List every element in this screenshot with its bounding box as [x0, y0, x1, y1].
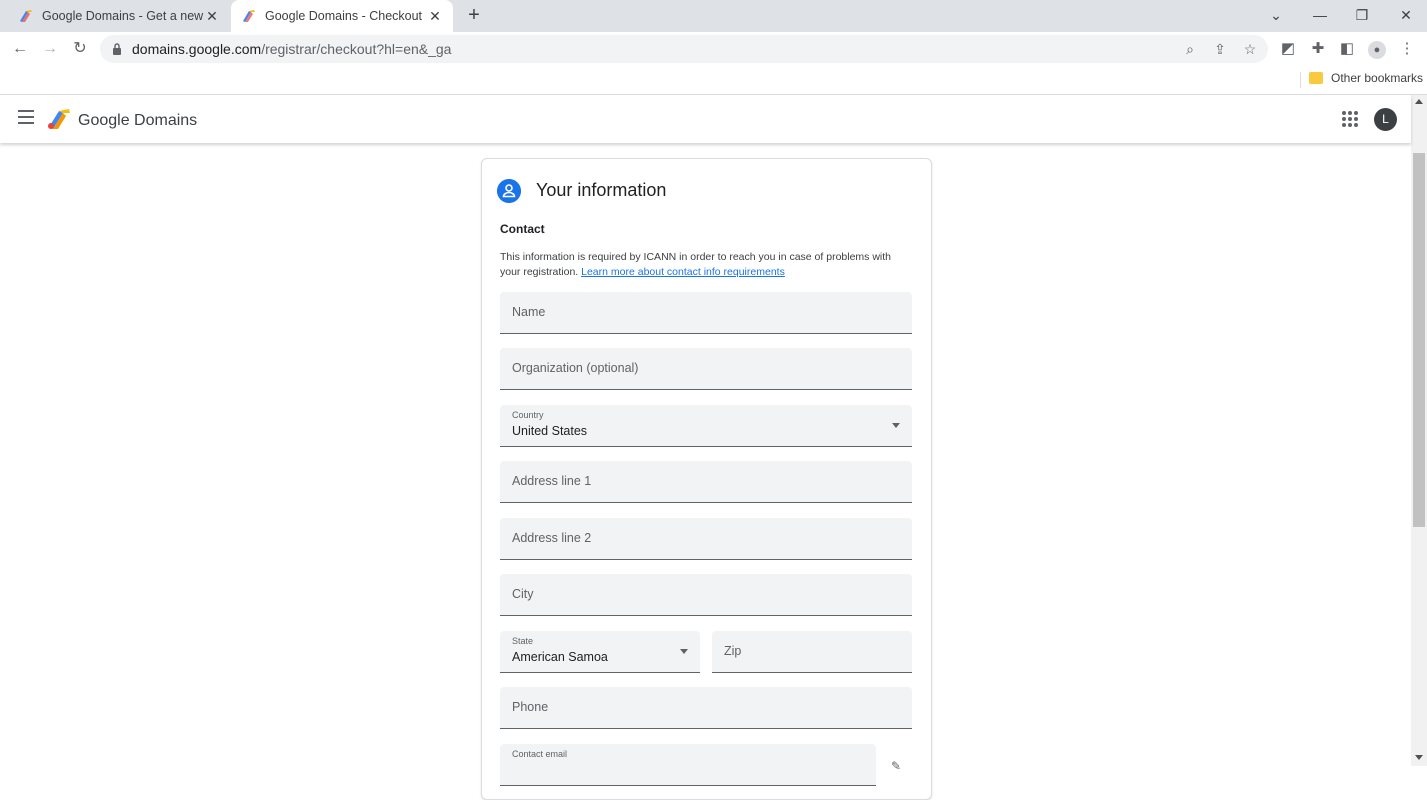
contact-info-text: This information is required by ICANN in…	[500, 250, 912, 280]
forward-icon[interactable]: →	[38, 37, 62, 61]
browser-toolbar: ← → ↻ domains.google.com/registrar/check…	[0, 32, 1427, 66]
dropdown-arrow-icon	[892, 423, 900, 428]
google-domains-favicon-icon	[243, 10, 255, 22]
phone-field[interactable]: Phone	[500, 687, 912, 729]
address-line-2-placeholder: Address line 2	[512, 531, 592, 545]
country-label: Country	[512, 410, 544, 420]
tab-search-icon[interactable]: ⌄	[1256, 0, 1296, 30]
new-tab-button[interactable]: +	[462, 4, 486, 28]
person-icon	[497, 179, 521, 203]
page-scrollbar[interactable]	[1411, 95, 1427, 766]
url-text: domains.google.com/registrar/checkout?hl…	[132, 41, 451, 57]
google-domains-favicon-icon	[20, 10, 32, 22]
app-title[interactable]: Google Domains	[78, 112, 197, 130]
extensions-puzzle-icon[interactable]: ✚	[1307, 38, 1329, 60]
google-domains-logo-icon[interactable]	[46, 107, 72, 131]
reload-icon[interactable]: ↻	[68, 37, 92, 61]
profile-icon[interactable]: ●	[1366, 38, 1388, 60]
address-line-1-field[interactable]: Address line 1	[500, 461, 912, 503]
bookmark-star-icon[interactable]: ☆	[1240, 39, 1260, 59]
side-panel-icon[interactable]: ◧	[1336, 38, 1358, 60]
zip-field[interactable]: Zip	[712, 631, 912, 673]
contact-info-learn-more-link[interactable]: Learn more about contact info requiremen…	[581, 266, 785, 278]
tab-strip: Google Domains - Get a new domain ✕ Goog…	[0, 0, 1427, 32]
scroll-thumb[interactable]	[1413, 153, 1425, 527]
section-title: Contact	[500, 222, 545, 236]
address-line-1-placeholder: Address line 1	[512, 474, 592, 488]
close-icon[interactable]: ✕	[202, 6, 222, 26]
organization-placeholder: Organization (optional)	[512, 361, 639, 375]
name-placeholder: Name	[512, 305, 546, 319]
contact-email-label: Contact email	[512, 749, 568, 759]
google-apps-icon[interactable]	[1342, 111, 1358, 127]
folder-icon	[1309, 72, 1323, 84]
hamburger-menu-icon[interactable]	[18, 110, 34, 124]
organization-field[interactable]: Organization (optional)	[500, 348, 912, 390]
url-host: domains.google.com	[132, 41, 262, 57]
country-select[interactable]: Country United States	[500, 405, 912, 447]
zoom-icon[interactable]: ⌕	[1180, 39, 1200, 59]
tab-checkout[interactable]: Google Domains - Checkout ✕	[231, 0, 453, 32]
city-field[interactable]: City	[500, 574, 912, 616]
edit-pencil-icon[interactable]: ✎	[891, 759, 905, 773]
bookmarks-bar: Other bookmarks	[0, 66, 1427, 95]
url-path: /registrar/checkout?hl=en&_ga	[261, 41, 452, 57]
app-header: Google Domains L	[0, 95, 1411, 143]
back-icon[interactable]: ←	[8, 37, 32, 61]
tab-title: Google Domains - Checkout	[265, 9, 423, 23]
tab-title: Google Domains - Get a new domain	[42, 9, 204, 23]
your-information-card: Your information Contact This informatio…	[481, 158, 932, 800]
browser-menu-icon[interactable]: ⋮	[1396, 38, 1418, 60]
share-icon[interactable]: ⇪	[1210, 39, 1230, 59]
tab-get-domain[interactable]: Google Domains - Get a new domain ✕	[8, 0, 230, 32]
country-value: United States	[512, 424, 588, 438]
scroll-down-arrow-icon[interactable]	[1415, 755, 1423, 760]
close-icon[interactable]: ✕	[425, 6, 445, 26]
contact-email-field[interactable]: Contact email	[500, 744, 876, 786]
extension-icon[interactable]: ◩	[1277, 38, 1299, 60]
minimize-button[interactable]: —	[1300, 0, 1340, 30]
restore-button[interactable]: ❐	[1342, 0, 1382, 30]
other-bookmarks-label: Other bookmarks	[1331, 71, 1424, 85]
address-line-2-field[interactable]: Address line 2	[500, 518, 912, 560]
card-title: Your information	[536, 180, 667, 200]
dropdown-arrow-icon	[680, 649, 688, 654]
account-avatar[interactable]: L	[1374, 108, 1397, 131]
name-field[interactable]: Name	[500, 292, 912, 334]
address-bar[interactable]: domains.google.com/registrar/checkout?hl…	[100, 35, 1268, 63]
state-label: State	[512, 636, 534, 646]
bookmarks-separator	[1300, 72, 1301, 88]
lock-icon[interactable]	[112, 42, 122, 56]
state-select[interactable]: State American Samoa	[500, 631, 700, 673]
city-placeholder: City	[512, 587, 534, 601]
scroll-up-arrow-icon[interactable]	[1415, 99, 1423, 104]
state-value: American Samoa	[512, 650, 608, 664]
other-bookmarks[interactable]: Other bookmarks	[1309, 71, 1423, 85]
phone-placeholder: Phone	[512, 700, 549, 714]
zip-placeholder: Zip	[724, 644, 742, 658]
close-window-button[interactable]: ✕	[1386, 0, 1426, 30]
